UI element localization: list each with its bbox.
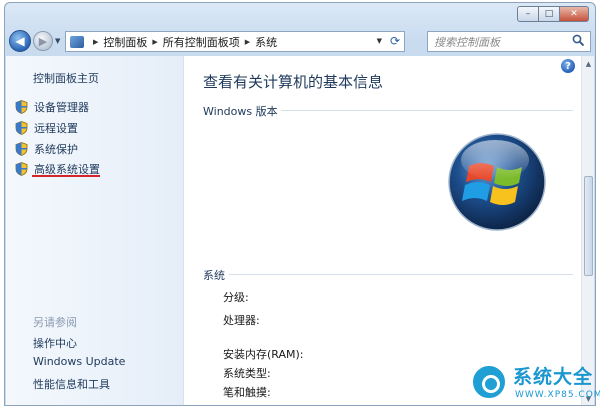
breadcrumb-all-items[interactable]: 所有控制面板项 (163, 34, 240, 50)
installed-ram-label: 安装内存(RAM): (223, 348, 304, 361)
scroll-up-icon[interactable]: ▲ (583, 57, 594, 70)
help-icon[interactable]: ? (561, 59, 575, 73)
shield-icon (15, 162, 28, 176)
processor-label: 处理器: (223, 314, 260, 327)
shield-icon (15, 100, 28, 114)
task-label[interactable]: 设备管理器 (34, 99, 89, 115)
breadcrumb-separator-icon[interactable]: ▶ (245, 38, 250, 46)
task-label[interactable]: 系统保护 (34, 141, 78, 157)
close-button[interactable]: ✕ (559, 6, 589, 22)
performance-info-link[interactable]: 性能信息和工具 (33, 376, 110, 392)
task-pane: 控制面板主页 设备管理器 远程设置 系统保护 高级系统设置 另请参阅 操作中心 … (6, 56, 184, 405)
system-type-label: 系统类型: (223, 367, 271, 380)
search-icon[interactable] (572, 34, 585, 47)
forward-button[interactable]: ▶ (33, 31, 53, 51)
see-also-heading: 另请参阅 (33, 316, 77, 329)
navigation-bar: ◀ ▶ ▼ ▶ 控制面板 ▶ 所有控制面板项 ▶ 系统 ▼ ⟳ 搜索控制面板 (5, 28, 595, 56)
address-dropdown-icon[interactable]: ▼ (377, 37, 382, 45)
control-panel-home-link[interactable]: 控制面板主页 (33, 70, 99, 86)
task-label[interactable]: 远程设置 (34, 120, 78, 136)
breadcrumb-control-panel[interactable]: 控制面板 (103, 34, 147, 50)
window-controls: – □ ✕ (517, 6, 589, 22)
system-protection-link[interactable]: 系统保护 (15, 141, 78, 157)
windows-update-link[interactable]: Windows Update (33, 355, 125, 368)
recent-pages-dropdown[interactable]: ▼ (55, 37, 60, 45)
vertical-scrollbar[interactable]: ▲ ▼ (581, 56, 594, 405)
shield-icon (15, 142, 28, 156)
arrow-left-icon: ◀ (15, 34, 25, 48)
title-bar: – □ ✕ (5, 3, 595, 27)
section-divider (281, 110, 573, 111)
action-center-link[interactable]: 操作中心 (33, 335, 77, 351)
refresh-icon[interactable]: ⟳ (390, 34, 400, 48)
breadcrumb-separator-icon[interactable]: ▶ (152, 38, 157, 46)
windows-edition-heading: Windows 版本 (203, 105, 278, 118)
address-bar[interactable]: ▶ 控制面板 ▶ 所有控制面板项 ▶ 系统 ▼ ⟳ (65, 31, 405, 52)
search-input[interactable]: 搜索控制面板 (434, 34, 500, 50)
windows-logo-icon (448, 133, 546, 231)
maximize-button[interactable]: □ (538, 6, 560, 22)
control-panel-icon (70, 35, 84, 48)
section-divider (229, 274, 573, 275)
rating-label: 分级: (223, 291, 249, 304)
shield-icon (15, 121, 28, 135)
highlight-underline (32, 175, 100, 177)
page-title: 查看有关计算机的基本信息 (203, 73, 384, 91)
pen-touch-label: 笔和触摸: (223, 386, 271, 399)
system-heading: 系统 (203, 269, 225, 282)
watermark-logo-icon (471, 364, 507, 400)
control-panel-window: – □ ✕ ◀ ▶ ▼ ▶ 控制面板 ▶ 所有控制面板项 ▶ 系统 ▼ ⟳ 搜索… (4, 2, 596, 406)
content-area: 控制面板主页 设备管理器 远程设置 系统保护 高级系统设置 另请参阅 操作中心 … (6, 56, 594, 405)
watermark-url: WWW.XP85.COM (515, 390, 600, 400)
remote-settings-link[interactable]: 远程设置 (15, 120, 78, 136)
watermark-title: 系统大全 (513, 366, 594, 388)
site-watermark: 系统大全 WWW.XP85.COM (469, 360, 600, 408)
breadcrumb-system[interactable]: 系统 (255, 34, 277, 50)
search-box[interactable]: 搜索控制面板 (427, 31, 591, 52)
scroll-thumb[interactable] (584, 176, 593, 276)
minimize-button[interactable]: – (517, 6, 539, 22)
main-pane: 查看有关计算机的基本信息 Windows 版本 系统 分级: 处理器: 安装内存… (185, 56, 581, 405)
back-button[interactable]: ◀ (9, 30, 31, 52)
arrow-right-icon: ▶ (38, 34, 48, 48)
device-manager-link[interactable]: 设备管理器 (15, 99, 89, 115)
breadcrumb-separator-icon[interactable]: ▶ (93, 38, 98, 46)
